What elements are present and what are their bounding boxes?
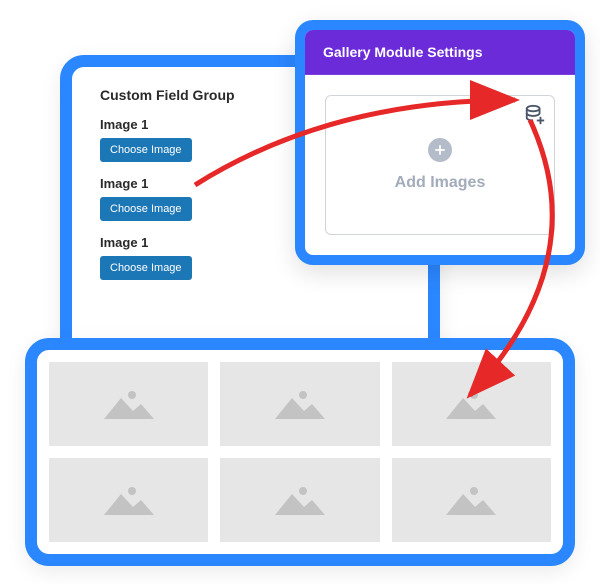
thumbnail-5[interactable] xyxy=(220,458,379,542)
image-placeholder-icon xyxy=(99,384,159,424)
add-images-label: Add Images xyxy=(395,174,486,192)
image-placeholder-icon xyxy=(270,384,330,424)
dynamic-content-icon[interactable] xyxy=(524,104,546,126)
add-images-area[interactable]: Add Images xyxy=(325,95,555,235)
image-placeholder-icon xyxy=(99,480,159,520)
thumbnail-6[interactable] xyxy=(392,458,551,542)
plus-icon xyxy=(428,138,452,162)
gallery-settings-header: Gallery Module Settings xyxy=(305,30,575,75)
choose-image-button-2[interactable]: Choose Image xyxy=(100,197,192,221)
gallery-settings-panel: Gallery Module Settings Add Images xyxy=(295,20,585,265)
image-placeholder-icon xyxy=(441,480,501,520)
thumbnail-3[interactable] xyxy=(392,362,551,446)
thumbnail-2[interactable] xyxy=(220,362,379,446)
choose-image-button-1[interactable]: Choose Image xyxy=(100,138,192,162)
image-placeholder-icon xyxy=(441,384,501,424)
gallery-thumbnails-panel xyxy=(25,338,575,566)
gallery-settings-body: Add Images xyxy=(305,75,575,255)
image-placeholder-icon xyxy=(270,480,330,520)
choose-image-button-3[interactable]: Choose Image xyxy=(100,256,192,280)
thumbnail-1[interactable] xyxy=(49,362,208,446)
thumbnail-4[interactable] xyxy=(49,458,208,542)
